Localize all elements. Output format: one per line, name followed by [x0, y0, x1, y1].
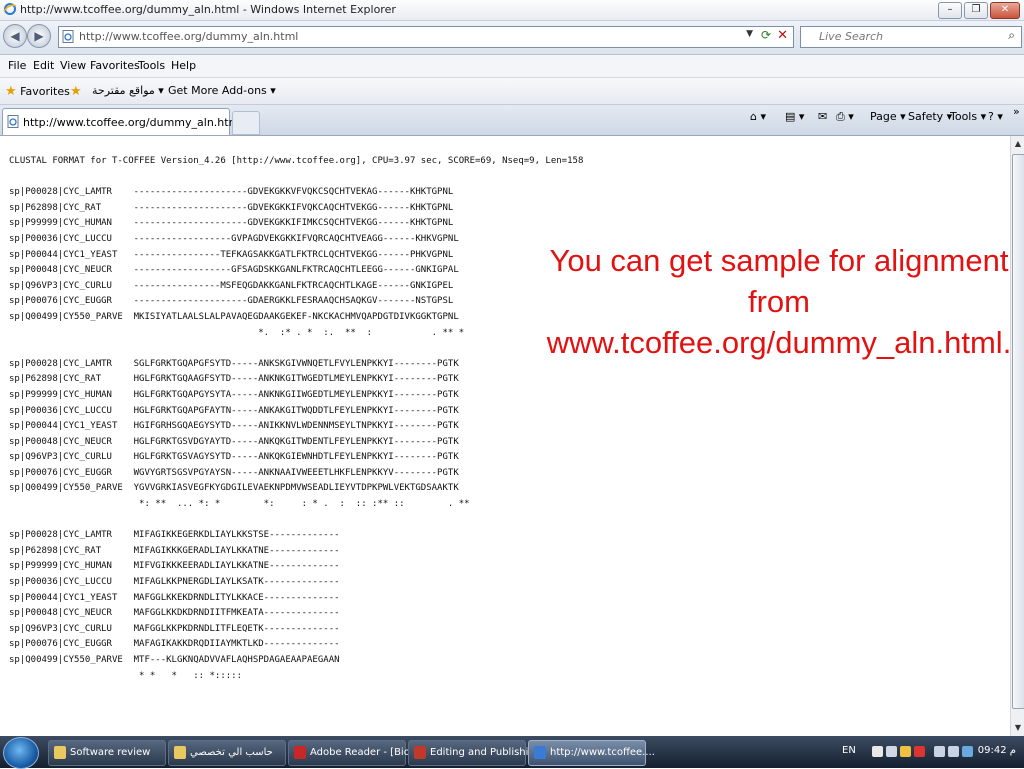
refresh-icon[interactable]: ⟳ [761, 28, 771, 42]
tools-menu-button[interactable]: Tools ▾ [950, 110, 986, 123]
tray-security-icon[interactable] [914, 746, 925, 757]
menu-tools[interactable]: Tools [138, 59, 165, 72]
page-content: CLUSTAL FORMAT for T-COFFEE Version_4.26… [0, 136, 1010, 736]
forward-button[interactable]: ▶ [27, 24, 51, 48]
task-label: Software review [70, 747, 151, 758]
task-label: حاسب الي تخصصي [190, 747, 273, 758]
document-icon [414, 746, 426, 759]
mail-button[interactable]: ✉ [818, 110, 827, 123]
sample-note: You can get sample for alignment from ww… [546, 243, 1010, 360]
folder-icon [174, 746, 186, 759]
task-label: Editing and Publishi... [430, 747, 538, 758]
restore-button[interactable]: ❐ [964, 2, 988, 19]
navigation-bar: ◀ ▶ http://www.tcoffee.org/dummy_aln.htm… [0, 21, 1024, 55]
tray-warning-icon[interactable] [900, 746, 911, 757]
more-commands-icon[interactable]: » [1013, 105, 1020, 118]
address-bar[interactable]: http://www.tcoffee.org/dummy_aln.html ▼ … [58, 26, 794, 48]
back-button[interactable]: ◀ [3, 24, 27, 48]
scroll-down-arrow-icon[interactable]: ▼ [1013, 723, 1023, 733]
new-tab-button[interactable] [232, 111, 260, 135]
tab-page-icon [7, 115, 19, 128]
page-menu-button[interactable]: Page ▾ [870, 110, 906, 123]
page-icon [62, 30, 74, 43]
favorites-button[interactable]: ★ Favorites [5, 84, 70, 99]
feeds-button[interactable]: ▤ ▾ [785, 110, 804, 123]
search-box[interactable]: Live Search ⌕ [800, 26, 1022, 48]
task-label: Adobe Reader - [Bio... [310, 747, 420, 758]
menu-file[interactable]: File [8, 59, 26, 72]
address-dropdown-icon[interactable]: ▼ [746, 29, 753, 39]
taskbar: Software review حاسب الي تخصصي Adobe Rea… [0, 736, 1024, 769]
menu-help[interactable]: Help [171, 59, 196, 72]
menu-view[interactable]: View [60, 59, 86, 72]
internet-explorer-icon [3, 3, 17, 15]
window-title: http://www.tcoffee.org/dummy_aln.html - … [20, 3, 396, 16]
language-indicator[interactable]: EN [842, 745, 856, 756]
home-button[interactable]: ⌂ ▾ [750, 110, 766, 123]
task-internet-explorer[interactable]: http://www.tcoffee.... [528, 740, 655, 766]
title-bar: http://www.tcoffee.org/dummy_aln.html - … [0, 0, 1024, 21]
menu-favorites[interactable]: Favorites [90, 59, 140, 72]
favorites-star-icon: ★ [5, 84, 17, 99]
get-more-addons-button[interactable]: Get More Add-ons ▾ [168, 84, 276, 97]
minimize-button[interactable]: – [938, 2, 962, 19]
alignment-text: CLUSTAL FORMAT for T-COFFEE Version_4.26… [9, 156, 584, 681]
scroll-up-arrow-icon[interactable]: ▲ [1013, 139, 1023, 149]
task-editing-publishing[interactable]: Editing and Publishi... [408, 740, 538, 766]
tray-app-icon[interactable] [886, 746, 897, 757]
favorites-bar: ★ Favorites ★ مواقع مقترحة ▾ Get More Ad… [0, 78, 1024, 105]
system-tray: EN 09:42 م [836, 736, 1024, 768]
menu-bar: File Edit View Favorites Tools Help [0, 55, 1024, 78]
search-input[interactable]: Live Search [819, 30, 883, 43]
start-button[interactable] [3, 737, 39, 769]
task-label: http://www.tcoffee.... [550, 747, 655, 758]
network-icon[interactable] [934, 746, 945, 757]
address-url[interactable]: http://www.tcoffee.org/dummy_aln.html [79, 30, 298, 43]
suggested-sites-button[interactable]: مواقع مقترحة ▾ [92, 84, 164, 97]
menu-edit[interactable]: Edit [33, 59, 54, 72]
tab-current[interactable]: http://www.tcoffee.org/dummy_aln.html [2, 108, 242, 135]
scroll-thumb[interactable] [1012, 154, 1024, 709]
volume-icon[interactable] [948, 746, 959, 757]
print-button[interactable]: ⎙ ▾ [836, 110, 854, 124]
tray-app-icon[interactable] [872, 746, 883, 757]
task-software-review[interactable]: Software review [48, 740, 166, 766]
stop-icon[interactable]: ✕ [777, 28, 788, 43]
internet-explorer-icon [534, 746, 546, 759]
folder-icon [54, 746, 66, 759]
task-adobe-reader[interactable]: Adobe Reader - [Bio... [288, 740, 419, 766]
adobe-reader-icon [294, 746, 306, 759]
clock[interactable]: 09:42 م [978, 745, 1016, 756]
add-favorite-icon[interactable]: ★ [70, 84, 82, 99]
tab-label: http://www.tcoffee.org/dummy_aln.html [23, 116, 243, 129]
search-icon[interactable]: ⌕ [1008, 28, 1015, 43]
tray-app-icon[interactable] [962, 746, 973, 757]
close-button[interactable]: ✕ [990, 2, 1020, 19]
vertical-scrollbar[interactable]: ▲ ▼ [1010, 136, 1024, 736]
favorites-label: Favorites [20, 85, 70, 98]
task-folder-arabic[interactable]: حاسب الي تخصصي [168, 740, 286, 766]
safety-menu-button[interactable]: Safety ▾ [908, 110, 952, 123]
help-button[interactable]: ? ▾ [988, 110, 1003, 123]
